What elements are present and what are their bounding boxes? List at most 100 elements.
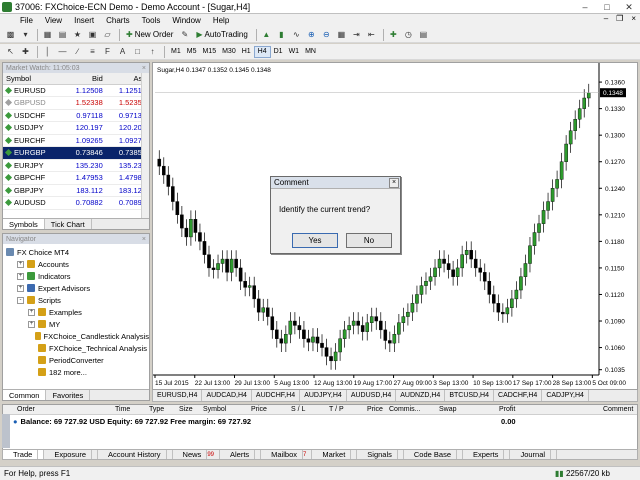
zoom-out-icon[interactable]: ⊖	[320, 28, 333, 41]
mdi-restore-icon[interactable]: ❐	[612, 14, 627, 23]
tab-tick-chart[interactable]: Tick Chart	[45, 219, 92, 229]
market-watch-row[interactable]: USDJPY 120.197 120.205	[3, 121, 149, 135]
bar-chart-icon[interactable]: ▲	[260, 28, 273, 41]
label-icon[interactable]: □	[131, 45, 144, 58]
timeframe-m5[interactable]: M5	[184, 46, 200, 58]
tab-common[interactable]: Common	[3, 390, 47, 400]
templates-icon[interactable]: ▤	[417, 28, 430, 41]
navigator-item[interactable]: FXChoice_Candlestick Analysis	[3, 330, 149, 342]
tile-windows-icon[interactable]: ▦	[335, 28, 348, 41]
yes-button[interactable]: Yes	[292, 233, 338, 248]
navigator-item[interactable]: + MY	[3, 318, 149, 330]
vertical-line-icon[interactable]: │	[41, 45, 54, 58]
menu-tools[interactable]: Tools	[136, 16, 167, 25]
chart-shift-icon[interactable]: ⇤	[365, 28, 378, 41]
text-icon[interactable]: A	[116, 45, 129, 58]
terminal-tab[interactable]: Market	[312, 450, 358, 459]
panel-close-icon[interactable]: ×	[142, 65, 146, 72]
timeframe-h1[interactable]: H1	[239, 46, 254, 58]
menu-window[interactable]: Window	[166, 16, 206, 25]
navigator-item[interactable]: 182 more...	[3, 366, 149, 378]
terminal-col-header[interactable]: Type	[149, 406, 164, 413]
arrows-icon[interactable]: ↑	[146, 45, 159, 58]
panel-close-icon[interactable]: ×	[142, 236, 146, 243]
expand-icon[interactable]: -	[17, 296, 24, 304]
timeframe-h4[interactable]: H4	[253, 45, 271, 58]
terminal-tab[interactable]: Journal	[510, 450, 558, 459]
chart-tab[interactable]: CADCHF,H4	[494, 390, 543, 401]
expand-icon[interactable]: +	[17, 260, 24, 268]
terminal-tab[interactable]: Exposure	[44, 450, 99, 459]
terminal-tab[interactable]: News 99	[173, 450, 220, 459]
indicators-icon[interactable]: ✚	[387, 28, 400, 41]
minimize-icon[interactable]: –	[574, 0, 596, 14]
market-watch-row[interactable]: GBPUSD 1.52338 1.52350	[3, 96, 149, 110]
menu-file[interactable]: File	[14, 16, 39, 25]
cursor-icon[interactable]: ↖	[4, 45, 17, 58]
market-watch-row[interactable]: EURGBP 0.73846 0.73856	[3, 146, 149, 160]
market-watch-row[interactable]: GBPCHF 1.47953 1.47981	[3, 171, 149, 185]
terminal-icon[interactable]: ▣	[86, 28, 99, 41]
fibonacci-icon[interactable]: F	[101, 45, 114, 58]
market-watch-row[interactable]: USDCHF 0.97118 0.97134	[3, 109, 149, 122]
navigator-item[interactable]: + Expert Advisors	[3, 282, 149, 294]
terminal-tab[interactable]: Account History	[98, 450, 173, 459]
market-watch-row[interactable]: GBPJPY 183.112 183.127	[3, 184, 149, 197]
terminal-col-header[interactable]: Profit	[499, 406, 515, 413]
terminal-tab[interactable]: Trade	[3, 450, 45, 459]
channel-icon[interactable]: ≡	[86, 45, 99, 58]
col-bid[interactable]: Bid	[62, 73, 106, 85]
terminal-tab[interactable]: Experts	[463, 450, 511, 459]
autoscroll-icon[interactable]: ⇥	[350, 28, 363, 41]
timeframe-w1[interactable]: W1	[286, 46, 303, 58]
market-watch-icon[interactable]: ▦	[41, 28, 54, 41]
tab-symbols[interactable]: Symbols	[3, 219, 45, 229]
crosshair-icon[interactable]: ✚	[19, 45, 32, 58]
navigator-icon[interactable]: ★	[71, 28, 84, 41]
terminal-col-header[interactable]: S / L	[291, 406, 305, 413]
market-watch-row[interactable]: EURCHF 1.09265 1.09279	[3, 134, 149, 147]
chart-tab[interactable]: EURUSD,H4	[153, 390, 203, 401]
timeframe-m15[interactable]: M15	[199, 46, 219, 58]
timeframe-d1[interactable]: D1	[271, 46, 286, 58]
market-watch-row[interactable]: AUDUSD 0.70882 0.70890	[3, 196, 149, 210]
line-chart-icon[interactable]: ∿	[290, 28, 303, 41]
market-watch-scrollbar[interactable]	[141, 73, 149, 218]
terminal-col-header[interactable]: T / P	[329, 406, 344, 413]
chart-tab[interactable]: CADJPY,H4	[542, 390, 589, 401]
expand-icon[interactable]: +	[28, 308, 35, 316]
timeframe-m30[interactable]: M30	[219, 46, 239, 58]
navigator-item[interactable]: FXChoice_Technical Analysis	[3, 342, 149, 354]
terminal-tab[interactable]: Alerts	[220, 450, 262, 459]
chart-tab[interactable]: AUDCHF,H4	[252, 390, 301, 401]
chart-tab[interactable]: AUDCAD,H4	[202, 390, 252, 401]
terminal-tab[interactable]: Mailbox 7	[261, 450, 313, 459]
terminal-col-header[interactable]: Commis...	[389, 406, 421, 413]
candlestick-icon[interactable]: ▮	[275, 28, 288, 41]
profiles-icon[interactable]: ▾	[19, 28, 32, 41]
expand-icon[interactable]: +	[28, 320, 35, 328]
expand-icon[interactable]: +	[17, 284, 24, 292]
terminal-tab[interactable]: Signals	[357, 450, 404, 459]
horizontal-line-icon[interactable]: —	[56, 45, 69, 58]
dialog-close-icon[interactable]: ×	[389, 177, 399, 188]
terminal-col-header[interactable]: Order	[17, 406, 35, 413]
close-icon[interactable]: ✕	[618, 0, 640, 14]
market-watch-row[interactable]: EURUSD 1.12508 1.12513	[3, 84, 149, 97]
chart-tab[interactable]: BTCUSD,H4	[445, 390, 495, 401]
no-button[interactable]: No	[346, 233, 392, 248]
terminal-col-header[interactable]: Price	[367, 406, 383, 413]
navigator-item[interactable]: PeriodConverter	[3, 354, 149, 366]
terminal-col-header[interactable]: Size	[179, 406, 193, 413]
periods-icon[interactable]: ◷	[402, 28, 415, 41]
menu-view[interactable]: View	[39, 16, 68, 25]
maximize-icon[interactable]: □	[596, 0, 618, 14]
expand-icon[interactable]: +	[17, 272, 24, 280]
chart-tab[interactable]: AUDJPY,H4	[300, 390, 347, 401]
tester-icon[interactable]: ▱	[101, 28, 114, 41]
menu-insert[interactable]: Insert	[68, 16, 100, 25]
terminal-col-header[interactable]: Price	[251, 406, 267, 413]
navigator-item[interactable]: FX Choice MT4	[3, 246, 149, 258]
new-chart-icon[interactable]: ▩	[4, 28, 17, 41]
mdi-minimize-icon[interactable]: –	[600, 14, 612, 23]
